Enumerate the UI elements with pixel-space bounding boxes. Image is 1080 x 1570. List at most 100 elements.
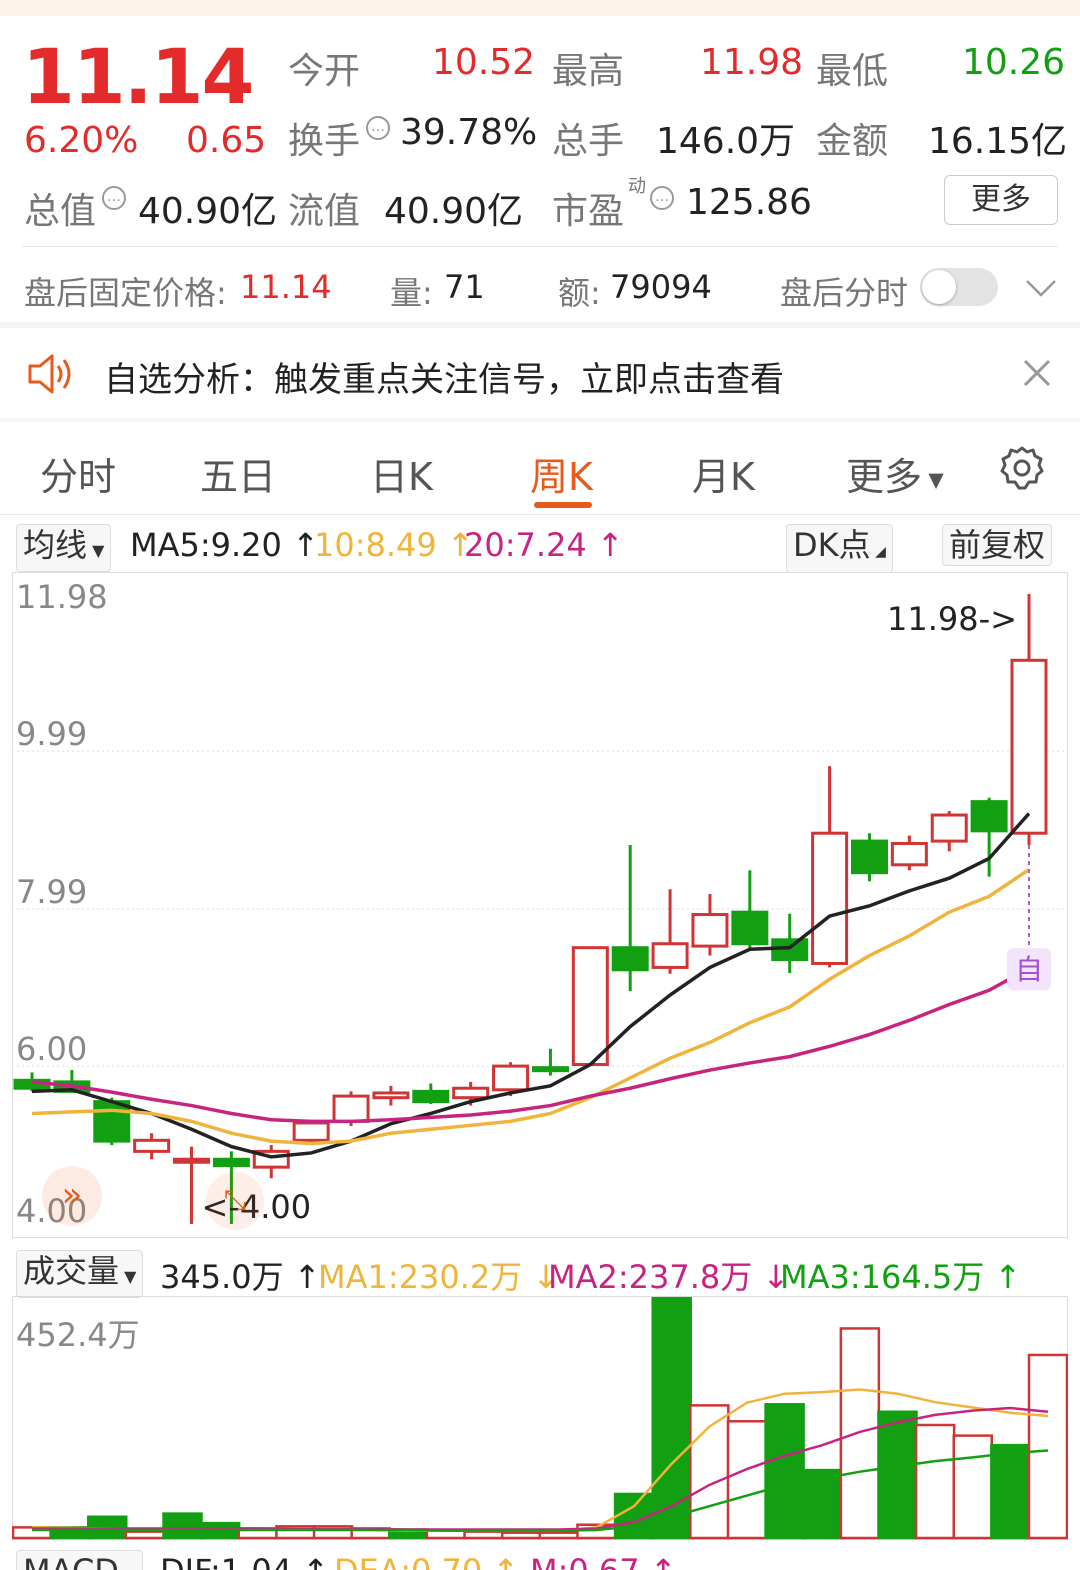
after-hours-price: 11.14: [240, 268, 332, 306]
candle-body: [531, 1066, 569, 1073]
candle: [372, 1085, 410, 1106]
vol-ma3-value: MA3:164.5万: [780, 1258, 985, 1296]
tab-monthly-k[interactable]: 月K: [692, 446, 755, 501]
marker-label: 自: [1015, 953, 1043, 986]
tab-intraday[interactable]: 分时: [40, 446, 116, 501]
candle-body: [412, 1089, 450, 1104]
candle-body: [332, 1094, 370, 1123]
section-gap: [0, 418, 1080, 422]
volume-selector-label: 成交量: [23, 1252, 120, 1290]
caret-down-icon: ▼: [119, 1267, 137, 1286]
candle-body: [492, 1064, 530, 1092]
active-tab-indicator: [534, 502, 592, 508]
candle: [890, 835, 928, 871]
chart-frame: [12, 572, 1068, 1238]
divider: [22, 246, 1058, 247]
volume-bar: [463, 1530, 504, 1540]
vol-ma1-value: MA1:230.2万: [318, 1258, 523, 1296]
volume-bar: [990, 1443, 1031, 1540]
candle: [691, 894, 729, 956]
tab-more[interactable]: 更多 ▼: [846, 446, 944, 501]
tab-more-label: 更多: [846, 455, 923, 499]
notice-text[interactable]: 自选分析：触发重点关注信号，立即点击查看: [104, 352, 784, 401]
tab-five-day[interactable]: 五日: [200, 446, 276, 501]
amount-label: 金额: [816, 121, 889, 162]
float-label: 流值: [288, 191, 361, 232]
toggle-knob: [922, 270, 956, 304]
resize-icon[interactable]: ⤡: [206, 1172, 264, 1230]
turnover-label: 换手: [288, 121, 361, 162]
candle: [771, 913, 809, 973]
ma5-legend: MA5:9.20 ↑: [130, 526, 319, 564]
indicator-selector[interactable]: 均线 ▼: [16, 524, 112, 572]
high-annotation: 11.98->: [887, 600, 1017, 638]
info-icon[interactable]: …: [366, 116, 390, 140]
volume-current-value: 345.0万: [160, 1258, 284, 1296]
candle-body: [611, 946, 649, 972]
candle-body: [173, 1157, 211, 1164]
volume-bar: [538, 1531, 580, 1540]
ma20-line: [31, 966, 1030, 1124]
ma20-value: 20:7.24: [464, 526, 587, 564]
pe-superscript: 动: [628, 176, 646, 197]
pe-value: 125.86: [686, 182, 812, 223]
last-price: 11.14: [22, 32, 254, 121]
caret-down-icon: ▼: [922, 467, 944, 492]
dk-point-button[interactable]: DK点 ◢: [786, 524, 893, 573]
turnover-value: 39.78%: [400, 112, 538, 153]
candle-body: [571, 946, 609, 1067]
candle: [850, 833, 888, 882]
candle-body: [452, 1086, 490, 1100]
volume-bar: [726, 1420, 768, 1540]
tab-daily-k[interactable]: 日K: [370, 446, 433, 501]
low-value: 10.26: [962, 42, 1066, 83]
high-label: 最高: [552, 51, 625, 92]
chevron-down-icon[interactable]: [1024, 276, 1058, 300]
candle-body: [93, 1100, 131, 1143]
macd-selector[interactable]: MACD ▼: [16, 1550, 144, 1570]
after-hours-toggle[interactable]: [920, 268, 998, 306]
after-hours-toggle-label: 盘后分时: [780, 274, 909, 312]
volume-selector[interactable]: 成交量 ▼: [16, 1250, 144, 1298]
macd-dea-value: DEA:0.70: [334, 1552, 482, 1570]
adjust-button[interactable]: 前复权: [942, 524, 1053, 566]
vol-ma2-value: MA2:237.8万: [548, 1258, 753, 1296]
candle-body: [811, 831, 849, 965]
tab-weekly-k[interactable]: 周K: [530, 446, 593, 501]
volume-chart[interactable]: 452.4万: [12, 1296, 1068, 1540]
volume-bar: [1027, 1353, 1068, 1540]
indicator-selector-label: 均线: [23, 526, 88, 564]
mktcap-label: 总值: [24, 191, 97, 232]
volume-bar: [914, 1423, 956, 1540]
after-hours-amt: 79094: [610, 268, 712, 306]
volume-bar: [952, 1434, 993, 1540]
after-hours-amt-label: 额:: [558, 274, 601, 312]
ma20-legend: 20:7.24 ↑: [464, 526, 624, 564]
candlestick-chart[interactable]: 11.989.997.996.004.0011.98-><-4.00自: [12, 572, 1068, 1238]
mktcap-value: 40.90亿: [138, 191, 278, 232]
corner-triangle-icon: ◢: [870, 544, 886, 560]
macd-m: M:0.67 ↑: [530, 1552, 677, 1570]
ma10-legend: 10:8.49 ↑: [314, 526, 474, 564]
info-icon[interactable]: …: [102, 186, 126, 210]
candle: [651, 889, 689, 974]
open-value: 10.52: [432, 42, 536, 83]
y-tick-label: 11.98: [16, 578, 108, 616]
float-value: 40.90亿: [384, 191, 524, 232]
candle-body: [930, 813, 968, 843]
after-hours-vol: 71: [444, 268, 485, 306]
candle: [611, 845, 649, 992]
y-tick-label: 452.4万: [16, 1316, 140, 1354]
y-tick-label: 6.00: [16, 1030, 87, 1068]
section-gap: [0, 322, 1080, 328]
macd-dif-value: DIF:1.04: [160, 1552, 292, 1570]
ma10-value: 10:8.49: [314, 526, 437, 564]
open-label: 今开: [288, 51, 361, 92]
more-button[interactable]: 更多: [944, 175, 1058, 225]
amount-value: 16.15亿: [928, 121, 1068, 162]
gear-icon[interactable]: [998, 444, 1046, 492]
candle-body: [970, 800, 1008, 833]
close-icon[interactable]: [1022, 358, 1052, 388]
expand-icon[interactable]: »: [42, 1166, 102, 1226]
info-icon[interactable]: …: [650, 186, 674, 210]
